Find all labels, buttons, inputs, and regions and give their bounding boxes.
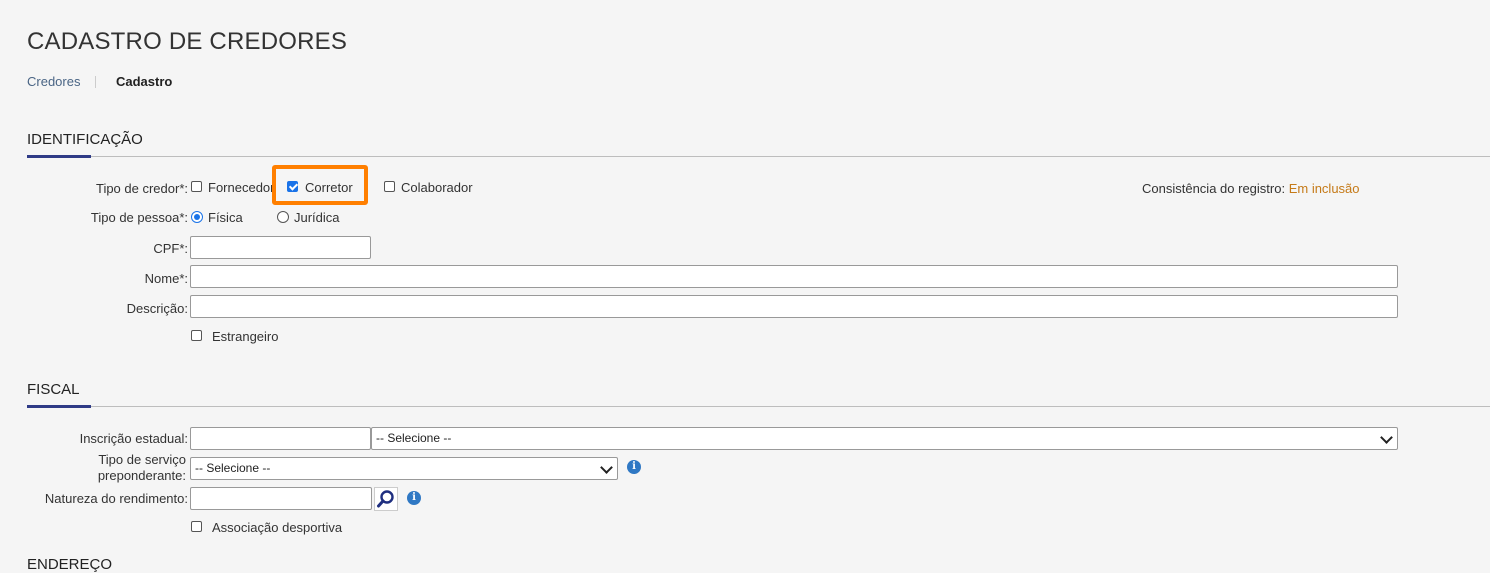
chevron-down-icon (1380, 431, 1393, 444)
nome-label: Nome*: (144, 271, 188, 286)
search-button[interactable] (374, 487, 398, 511)
natureza-label: Natureza do rendimento: (44, 491, 188, 506)
consistencia-label: Consistência do registro: (1142, 181, 1286, 196)
consistencia-field: Consistência do registro: Em inclusão (1142, 181, 1360, 196)
fornecedor-label[interactable]: Fornecedor (208, 180, 272, 195)
tipo-servico-label: Tipo de serviço preponderante: (97, 452, 186, 483)
natureza-input[interactable] (190, 487, 372, 510)
fisica-label[interactable]: Física (208, 210, 243, 225)
associacao-label[interactable]: Associação desportiva (212, 520, 342, 535)
section-title-identificacao: IDENTIFICAÇÃO (27, 131, 143, 148)
descricao-label: Descrição: (126, 301, 188, 316)
estrangeiro-label[interactable]: Estrangeiro (212, 329, 278, 344)
section-accent (27, 405, 91, 408)
chevron-down-icon (600, 461, 613, 474)
consistencia-status: Em inclusão (1288, 181, 1360, 196)
section-accent (27, 155, 91, 158)
breadcrumb-separator (95, 76, 96, 88)
corretor-highlight-box (272, 165, 368, 205)
section-title-endereco: ENDEREÇO (27, 556, 113, 573)
page-title: CADASTRO DE CREDORES (27, 28, 348, 55)
section-divider (27, 406, 1490, 407)
info-icon[interactable]: i (627, 460, 641, 474)
tipo-pessoa-label: Tipo de pessoa*: (90, 210, 188, 225)
nome-input[interactable] (190, 265, 1398, 288)
juridica-radio[interactable] (277, 211, 289, 223)
fisica-radio[interactable] (191, 211, 203, 223)
section-title-fiscal: FISCAL (27, 381, 80, 398)
inscricao-input[interactable] (190, 427, 371, 450)
inscricao-select-value: -- Selecione -- (376, 431, 452, 445)
estrangeiro-checkbox[interactable] (191, 330, 202, 341)
breadcrumb-current: Cadastro (116, 74, 173, 89)
breadcrumb-credores-link[interactable]: Credores (27, 74, 80, 89)
associacao-checkbox[interactable] (191, 521, 202, 532)
descricao-input[interactable] (190, 295, 1398, 318)
tipo-servico-select[interactable]: -- Selecione -- (190, 457, 618, 480)
cpf-input[interactable] (190, 236, 371, 259)
tipo-servico-select-value: -- Selecione -- (195, 461, 271, 475)
inscricao-select[interactable]: -- Selecione -- (371, 427, 1398, 450)
info-icon[interactable]: i (407, 491, 421, 505)
section-divider (27, 156, 1490, 157)
search-icon (377, 490, 394, 508)
cpf-label: CPF*: (153, 241, 188, 256)
juridica-label[interactable]: Jurídica (294, 210, 340, 225)
tipo-credor-label: Tipo de credor*: (95, 181, 188, 196)
inscricao-label: Inscrição estadual: (79, 431, 188, 446)
colaborador-label[interactable]: Colaborador (401, 180, 473, 195)
colaborador-checkbox[interactable] (384, 181, 395, 192)
fornecedor-checkbox[interactable] (191, 181, 202, 192)
